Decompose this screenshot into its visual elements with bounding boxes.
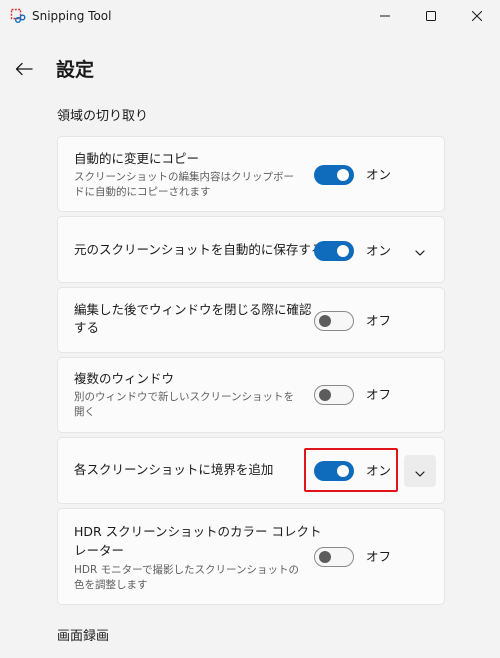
maximize-icon	[426, 11, 436, 21]
expand-button[interactable]	[404, 234, 436, 266]
setting-title: する	[74, 320, 100, 335]
setting-description: スクリーンショットの編集内容はクリップボー	[74, 171, 294, 183]
chevron-down-icon	[415, 241, 425, 260]
toggle-state-label: オン	[366, 167, 392, 182]
hdr-color-corrector-toggle[interactable]	[314, 547, 354, 567]
toggle-state-label: オフ	[366, 387, 392, 402]
highlight-box	[304, 448, 398, 492]
auto-copy-toggle[interactable]	[314, 165, 354, 185]
toggle-state-label: オン	[366, 243, 392, 258]
back-arrow-icon	[15, 61, 33, 80]
setting-description: 開く	[74, 406, 95, 418]
toggle-state-label: オフ	[366, 549, 392, 564]
minimize-icon	[380, 11, 390, 21]
confirm-close-toggle[interactable]	[314, 311, 354, 331]
section-title-snip-region: 領域の切り取り	[57, 109, 149, 124]
auto-save-toggle[interactable]	[314, 241, 354, 261]
close-button[interactable]	[454, 0, 500, 32]
back-button[interactable]	[8, 56, 40, 84]
section-title-screen-recording: 画面録画	[57, 629, 110, 644]
setting-description: 別のウィンドウで新しいスクリーンショットを	[74, 391, 294, 403]
setting-title: 複数のウィンドウ	[74, 371, 175, 386]
app-title: Snipping Tool	[32, 9, 112, 23]
setting-title: HDR スクリーンショットのカラー コレクト	[74, 524, 322, 539]
setting-title: 各スクリーンショットに境界を追加	[74, 462, 274, 477]
chevron-down-icon	[415, 462, 425, 481]
setting-card-auto-copy: 自動的に変更にコピー スクリーンショットの編集内容はクリップボー ドに自動的にコ…	[57, 136, 445, 212]
setting-title: 編集した後でウィンドウを閉じる際に確認	[74, 302, 312, 317]
setting-card-hdr-color-corrector: HDR スクリーンショットのカラー コレクト レーター HDR モニターで撮影し…	[57, 508, 445, 605]
multiple-windows-toggle[interactable]	[314, 385, 354, 405]
maximize-button[interactable]	[408, 0, 454, 32]
close-icon	[472, 11, 482, 21]
setting-description: ドに自動的にコピーされます	[74, 186, 211, 198]
setting-title: 自動的に変更にコピー	[74, 151, 200, 166]
snipping-tool-icon	[10, 8, 26, 24]
title-bar: Snipping Tool	[0, 0, 500, 32]
page-title: 設定	[56, 59, 95, 81]
setting-title: 元のスクリーンショットを自動的に保存する	[74, 242, 324, 257]
minimize-button[interactable]	[362, 0, 408, 32]
setting-title: レーター	[74, 543, 125, 558]
setting-card-auto-save[interactable]: 元のスクリーンショットを自動的に保存する オン	[57, 216, 445, 283]
setting-card-multiple-windows: 複数のウィンドウ 別のウィンドウで新しいスクリーンショットを 開く オフ	[57, 357, 445, 433]
expand-button[interactable]	[404, 455, 436, 487]
setting-card-confirm-close: 編集した後でウィンドウを閉じる際に確認 する オフ	[57, 287, 445, 353]
setting-description: 色を調整します	[74, 579, 148, 591]
toggle-state-label: オフ	[366, 313, 392, 328]
setting-description: HDR モニターで撮影したスクリーンショットの	[74, 564, 299, 576]
